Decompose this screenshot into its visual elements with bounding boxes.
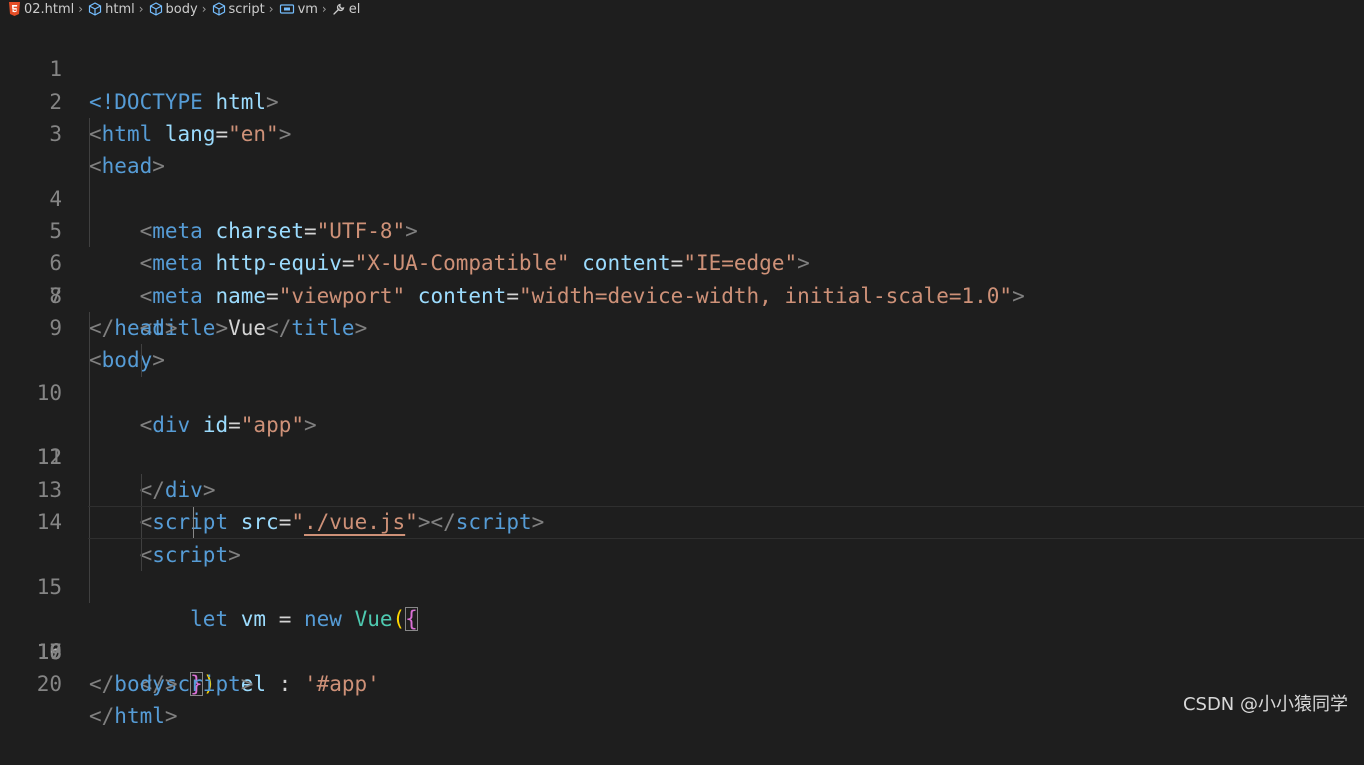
code-line: 17 }) [0, 539, 1364, 571]
token-punc: > [241, 672, 254, 696]
chevron-right-icon: › [139, 2, 144, 16]
breadcrumb-item-label: html [105, 2, 135, 17]
code-line: 7 <title>Vue</title> [0, 215, 1364, 247]
chevron-right-icon: › [202, 2, 207, 16]
indent-guide [89, 118, 90, 150]
code-line: 10 <div id="app"> [0, 312, 1364, 344]
breadcrumb-item-el[interactable]: el [332, 2, 361, 17]
indent-guide [89, 506, 90, 538]
code-line: 1 <!DOCTYPE html> [0, 21, 1364, 53]
code-line: 13 <script src="./vue.js"></script> [0, 409, 1364, 441]
code-line: 19 </body> [0, 603, 1364, 635]
breadcrumb-file[interactable]: 02.html [8, 2, 74, 17]
code-line: 8 </head> [0, 247, 1364, 279]
code-line: 14 <script> [0, 441, 1364, 473]
indent-guide [141, 474, 142, 506]
token-punc: </ [89, 672, 114, 696]
token-string: '#app' [304, 672, 380, 696]
indent-guide [89, 571, 90, 603]
line-number: 20 [0, 668, 62, 700]
code-line: 3 <head> [0, 86, 1364, 118]
indent-guide [141, 506, 142, 538]
code-line: 12 </div> [0, 377, 1364, 409]
breadcrumb-item-label: vm [298, 2, 318, 17]
breadcrumb-file-label: 02.html [24, 2, 74, 17]
code-line: 18 </script> [0, 571, 1364, 603]
indent-guide [89, 441, 90, 473]
code-editor[interactable]: 1 <!DOCTYPE html> 2 <html lang="en"> 3 <… [0, 21, 1364, 668]
breadcrumb-item-script[interactable]: script [212, 2, 265, 17]
code-line-current: 16 el : '#app' [0, 506, 1364, 538]
breadcrumb-item-label: body [166, 2, 198, 17]
code-line: 4 <meta charset="UTF-8"> [0, 118, 1364, 150]
indent-guide [89, 150, 90, 182]
variable-icon [279, 2, 295, 16]
bracket-pair-guide [193, 506, 208, 538]
wrench-icon [332, 2, 346, 16]
breadcrumb: 02.html › html › body › script › vm › el [0, 0, 1364, 18]
code-line: 20 </html> [0, 636, 1364, 668]
indent-guide [141, 539, 142, 571]
watermark: CSDN @小小猿同学 [1183, 690, 1348, 716]
chevron-right-icon: › [78, 2, 83, 16]
indent-guide [89, 377, 90, 409]
indent-guide [89, 312, 90, 344]
code-text: </html> [89, 700, 178, 732]
token-punc: > [165, 672, 178, 696]
indent-guide [89, 539, 90, 571]
indent-guide [89, 215, 90, 247]
cube-icon [212, 2, 226, 16]
breadcrumb-item-label: script [229, 2, 265, 17]
code-line: 6 <meta name="viewport" content="width=d… [0, 183, 1364, 215]
html5-icon [8, 2, 21, 16]
indent-guide [89, 409, 90, 441]
token-punc: > [165, 704, 178, 728]
cube-icon [149, 2, 163, 16]
cube-icon [88, 2, 102, 16]
code-text: </body> [89, 668, 178, 700]
token-tag: body [114, 672, 165, 696]
chevron-right-icon: › [269, 2, 274, 16]
indent-guide [141, 344, 142, 376]
breadcrumb-item-label: el [349, 2, 361, 17]
indent-guide [89, 344, 90, 376]
indent-guide [89, 474, 90, 506]
breadcrumb-item-vm[interactable]: vm [279, 2, 318, 17]
code-line: 11 [0, 344, 1364, 376]
breadcrumb-item-body[interactable]: body [149, 2, 198, 17]
token-tag: html [114, 704, 165, 728]
indent-guide [89, 183, 90, 215]
code-line: 15 let vm = new Vue({ [0, 474, 1364, 506]
code-line: 9 <body> [0, 280, 1364, 312]
code-line: 2 <html lang="en"> [0, 53, 1364, 85]
code-line: 5 <meta http-equiv="X-UA-Compatible" con… [0, 150, 1364, 182]
token-punc: </ [89, 704, 114, 728]
breadcrumb-item-html[interactable]: html [88, 2, 135, 17]
chevron-right-icon: › [322, 2, 327, 16]
token-op: : [266, 672, 304, 696]
